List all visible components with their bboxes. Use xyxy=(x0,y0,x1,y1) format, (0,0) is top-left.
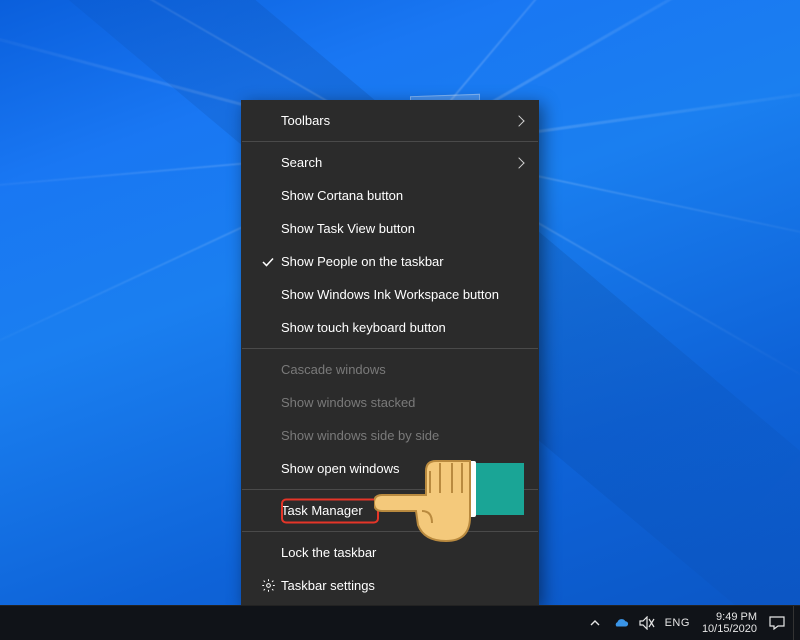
chevron-right-icon xyxy=(515,113,525,128)
menu-item-taskbar-settings[interactable]: Taskbar settings xyxy=(241,569,539,602)
menu-item-label: Task Manager xyxy=(281,503,507,518)
menu-item-label: Show People on the taskbar xyxy=(281,254,507,269)
menu-item-show-task-view-button[interactable]: Show Task View button xyxy=(241,212,539,245)
menu-item-label: Show Windows Ink Workspace button xyxy=(281,287,507,302)
menu-item-label: Lock the taskbar xyxy=(281,545,507,560)
menu-separator xyxy=(242,489,538,490)
taskbar-context-menu: Toolbars Search Show Cortana button Show… xyxy=(241,100,539,606)
chevron-right-icon xyxy=(515,155,525,170)
menu-separator xyxy=(242,531,538,532)
taskbar[interactable]: ENG 9:49 PM 10/15/2020 xyxy=(0,605,800,640)
menu-item-show-cortana-button[interactable]: Show Cortana button xyxy=(241,179,539,212)
menu-item-label: Show Cortana button xyxy=(281,188,507,203)
menu-separator xyxy=(242,348,538,349)
menu-item-label: Cascade windows xyxy=(281,362,507,377)
menu-separator xyxy=(242,141,538,142)
menu-item-label: Show open windows xyxy=(281,461,507,476)
menu-item-label: Show windows side by side xyxy=(281,428,507,443)
language-indicator[interactable]: ENG xyxy=(665,617,690,629)
action-center-icon[interactable] xyxy=(769,615,785,631)
volume-icon[interactable] xyxy=(639,615,655,631)
clock-time: 9:49 PM xyxy=(716,611,757,623)
menu-item-label: Search xyxy=(281,155,507,170)
menu-item-task-manager[interactable]: Task Manager xyxy=(241,494,539,527)
menu-item-show-people-on-taskbar[interactable]: Show People on the taskbar xyxy=(241,245,539,278)
show-desktop-button[interactable] xyxy=(793,606,800,640)
menu-item-show-ink-workspace-button[interactable]: Show Windows Ink Workspace button xyxy=(241,278,539,311)
clock[interactable]: 9:49 PM 10/15/2020 xyxy=(700,611,759,635)
menu-item-toolbars[interactable]: Toolbars xyxy=(241,104,539,137)
menu-item-label: Show touch keyboard button xyxy=(281,320,507,335)
clock-date: 10/15/2020 xyxy=(702,623,757,635)
menu-item-show-windows-stacked: Show windows stacked xyxy=(241,386,539,419)
tray-overflow-icon[interactable] xyxy=(587,615,603,631)
menu-item-label: Show windows stacked xyxy=(281,395,507,410)
menu-item-label: Show Task View button xyxy=(281,221,507,236)
system-tray: ENG 9:49 PM 10/15/2020 xyxy=(579,606,793,640)
menu-item-label: Toolbars xyxy=(281,113,507,128)
desktop: Toolbars Search Show Cortana button Show… xyxy=(0,0,800,640)
menu-item-show-open-windows[interactable]: Show open windows xyxy=(241,452,539,485)
menu-item-cascade-windows: Cascade windows xyxy=(241,353,539,386)
menu-item-label: Taskbar settings xyxy=(281,578,507,593)
menu-item-show-windows-side-by-side: Show windows side by side xyxy=(241,419,539,452)
menu-item-lock-the-taskbar[interactable]: Lock the taskbar xyxy=(241,536,539,569)
menu-item-show-touch-keyboard-button[interactable]: Show touch keyboard button xyxy=(241,311,539,344)
onedrive-icon[interactable] xyxy=(613,615,629,631)
menu-item-search[interactable]: Search xyxy=(241,146,539,179)
gear-icon xyxy=(255,578,281,593)
check-icon xyxy=(255,255,281,269)
